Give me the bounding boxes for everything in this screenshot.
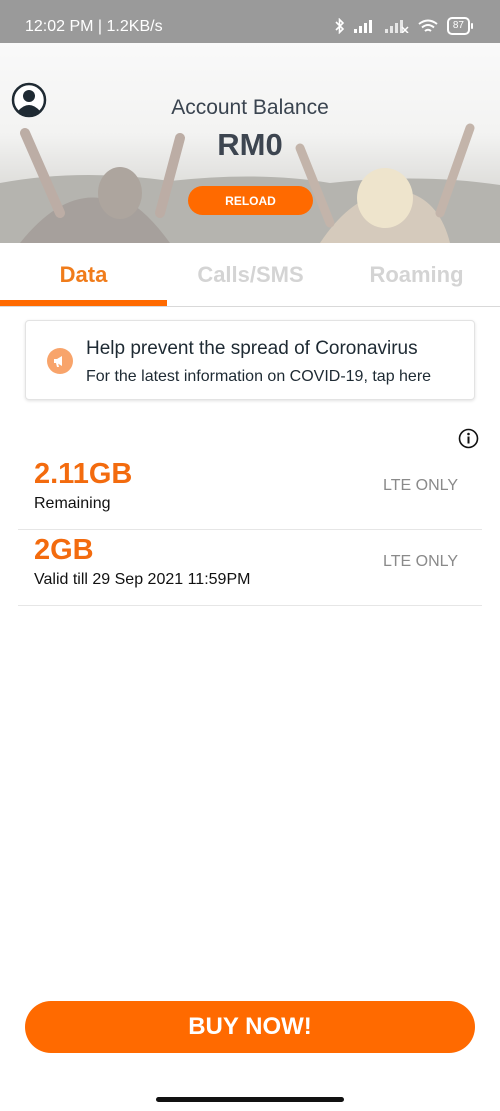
megaphone-icon xyxy=(47,348,73,374)
notice-subtitle: For the latest information on COVID-19, … xyxy=(86,368,432,385)
status-time-speed: 12:02 PM | 1.2KB/s xyxy=(25,18,163,35)
status-icons: 87 xyxy=(335,17,474,35)
reload-button[interactable]: RELOAD xyxy=(188,186,313,215)
balance-label: Account Balance xyxy=(171,96,329,119)
active-tab-indicator xyxy=(0,300,167,306)
notice-title: Help prevent the spread of Coronavirus xyxy=(86,338,418,359)
covid-notice-card[interactable]: Help prevent the spread of Coronavirus F… xyxy=(25,320,475,400)
data-balance-row: 2.11GB Remaining LTE ONLY xyxy=(18,453,482,530)
data-network-tag: LTE ONLY xyxy=(383,477,458,494)
bluetooth-icon xyxy=(335,18,345,34)
home-indicator[interactable] xyxy=(156,1097,344,1102)
signal-no-service-icon xyxy=(384,20,409,33)
buy-now-button[interactable]: BUY NOW! xyxy=(25,1001,475,1053)
tab-calls-sms[interactable]: Calls/SMS xyxy=(167,243,334,306)
data-amount: 2GB xyxy=(34,534,94,566)
data-caption: Valid till 29 Sep 2021 11:59PM xyxy=(34,571,251,588)
data-amount: 2.11GB xyxy=(34,458,133,490)
balance-header: Account Balance RM0 RELOAD xyxy=(0,43,500,243)
tab-roaming[interactable]: Roaming xyxy=(333,243,500,306)
status-bar: 12:02 PM | 1.2KB/s 87 xyxy=(0,0,500,43)
data-network-tag: LTE ONLY xyxy=(383,553,458,570)
data-caption: Remaining xyxy=(34,495,111,512)
tab-bar: Data Calls/SMS Roaming xyxy=(0,243,500,307)
info-icon[interactable] xyxy=(458,428,479,449)
wifi-icon xyxy=(418,19,438,32)
data-plan-row: 2GB Valid till 29 Sep 2021 11:59PM LTE O… xyxy=(18,529,482,606)
battery-icon: 87 xyxy=(446,17,474,35)
balance-amount: RM0 xyxy=(217,127,283,162)
signal-icon xyxy=(353,20,372,33)
tab-data[interactable]: Data xyxy=(0,243,167,306)
